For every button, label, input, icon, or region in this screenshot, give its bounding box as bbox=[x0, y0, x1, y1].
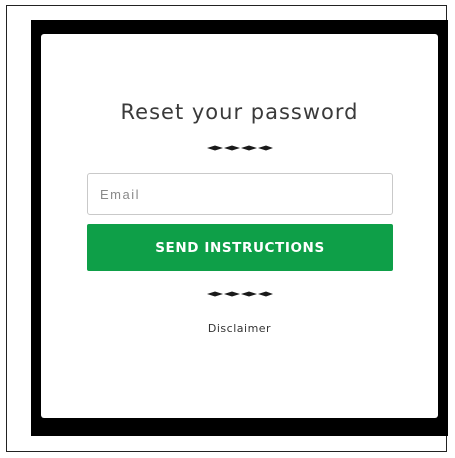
email-field[interactable] bbox=[87, 173, 393, 215]
diamond-divider-icon bbox=[207, 291, 273, 297]
disclaimer-link[interactable]: Disclaimer bbox=[41, 322, 438, 335]
page-title: Reset your password bbox=[120, 100, 359, 124]
diamond-divider-icon bbox=[207, 145, 273, 151]
send-instructions-button[interactable]: SEND INSTRUCTIONS bbox=[87, 224, 393, 271]
